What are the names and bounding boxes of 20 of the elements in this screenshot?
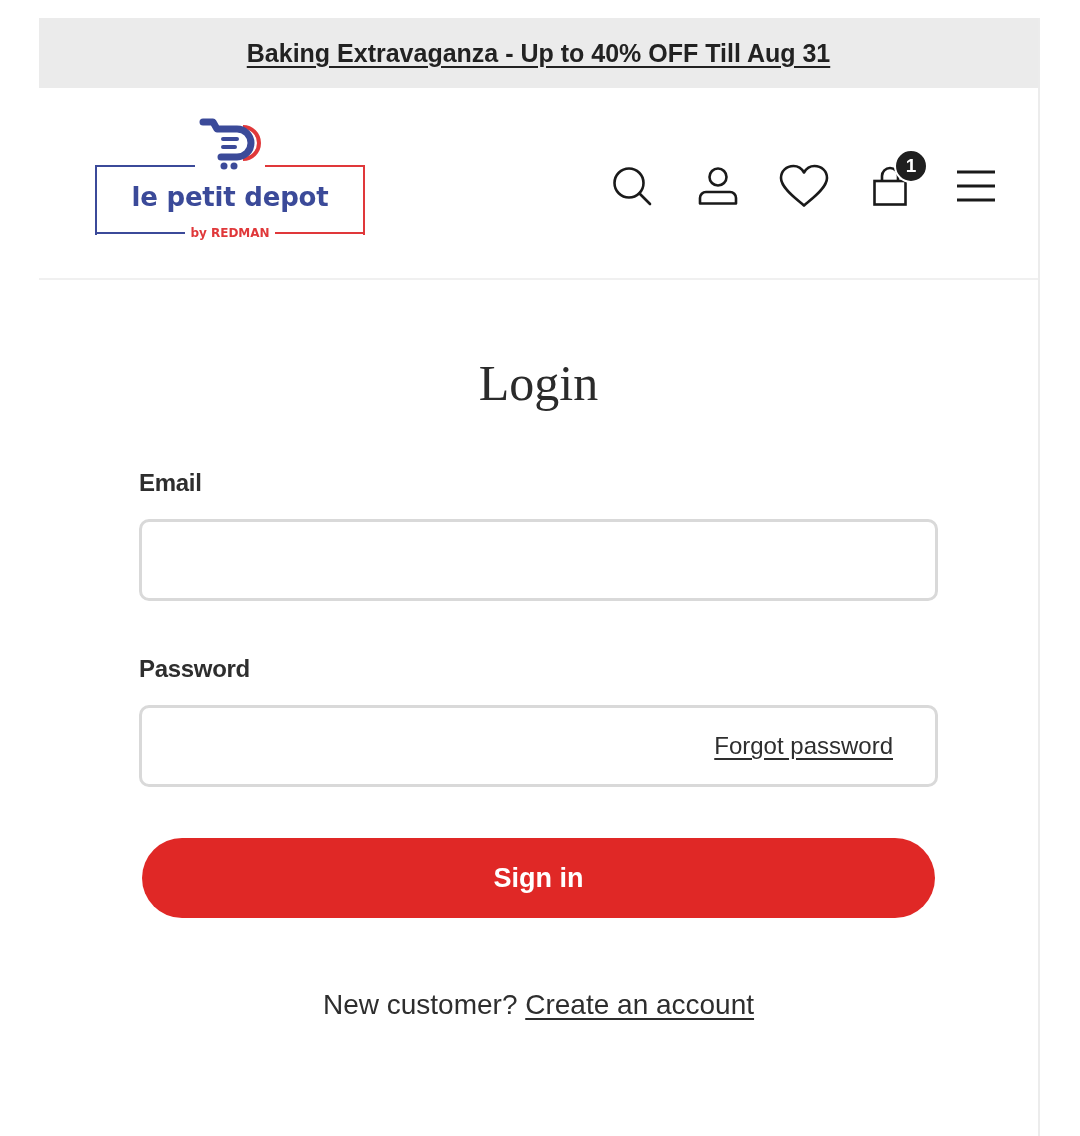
signup-prompt: New customer? Create an account [322, 988, 755, 1022]
input-field[interactable] [139, 519, 938, 601]
logo-wordmark: le petit depot [131, 181, 329, 212]
input-field[interactable]: Forgot password [139, 705, 938, 787]
sign-in-button[interactable]: Sign in [142, 838, 935, 918]
announcement-link[interactable]: Baking Extravaganza - Up to 40% OFF Till Aug 31 [246, 38, 831, 68]
cart-icon [199, 116, 261, 171]
menu-icon [957, 170, 995, 202]
field-label: Password [139, 654, 250, 684]
page-title: Login [478, 354, 599, 412]
heart-icon [779, 164, 829, 208]
user-icon [698, 167, 738, 205]
bag-icon [873, 166, 907, 206]
create-account-link[interactable]: Create an account [525, 989, 755, 1020]
forgot-password-link[interactable]: Forgot password [714, 732, 893, 760]
logo-tagline: by REDMAN [189, 225, 271, 240]
field-label: Email [139, 468, 202, 498]
bag-button[interactable]: 1 [860, 146, 932, 212]
search-icon [612, 166, 652, 206]
cart-count-badge: 1 [894, 149, 928, 183]
